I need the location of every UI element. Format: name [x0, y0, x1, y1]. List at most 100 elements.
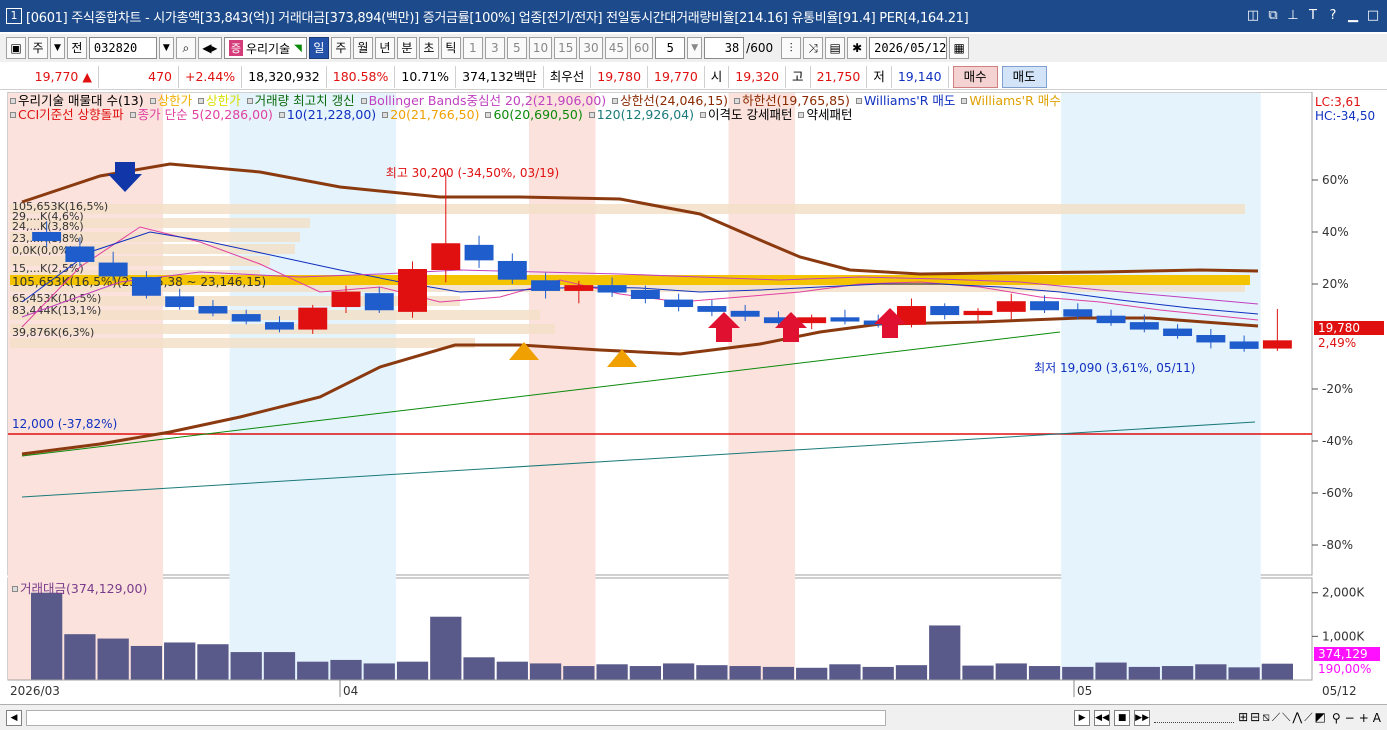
volume-bar-10[interactable]	[363, 663, 395, 680]
period-second-button[interactable]: 초	[418, 37, 439, 59]
interval-3-button[interactable]: 3	[484, 37, 505, 59]
volume-bar-36[interactable]	[1228, 667, 1260, 680]
candle-body-5[interactable]	[198, 306, 228, 314]
legend-row1-item-2[interactable]: 상한가	[206, 94, 241, 108]
candle-body-21[interactable]	[730, 310, 760, 317]
candle-body-32[interactable]	[1096, 315, 1126, 324]
stock-code-input[interactable]: 032820	[88, 37, 157, 59]
trend-icon[interactable]: ⤨	[803, 37, 824, 59]
candle-body-2[interactable]	[98, 262, 128, 277]
zoom-in-icon[interactable]: +	[1359, 711, 1369, 725]
candle-body-8[interactable]	[298, 307, 328, 330]
volume-bar-33[interactable]	[1128, 666, 1160, 680]
sound-icon[interactable]: ◀▸	[197, 37, 222, 59]
volume-bar-24[interactable]	[829, 664, 861, 680]
volume-bar-20[interactable]	[696, 665, 728, 680]
interval-60-button[interactable]: 60	[629, 37, 654, 59]
legend-row2-item-4[interactable]: 60(20,690,50)	[493, 107, 582, 122]
volume-bar-15[interactable]	[529, 663, 562, 680]
candle-settings-icon[interactable]: ⫶	[781, 37, 802, 59]
volume-bar-28[interactable]	[962, 665, 994, 680]
interval-5-button[interactable]: 5	[506, 37, 527, 59]
interval-30-button[interactable]: 30	[579, 37, 603, 59]
legend-row2-item-0[interactable]: CCI기준선 상향돌파	[18, 107, 124, 122]
volume-bar-1[interactable]	[64, 634, 96, 680]
candle-body-7[interactable]	[265, 322, 294, 330]
interval-15-button[interactable]: 15	[554, 37, 578, 59]
help-icon[interactable]: ?	[1325, 7, 1341, 25]
legend-row2-square-2[interactable]	[278, 112, 285, 118]
legend-row1-square-3[interactable]	[246, 98, 253, 104]
volume-bar-6[interactable]	[230, 652, 262, 680]
volume-bar-21[interactable]	[729, 666, 761, 680]
candle-body-17[interactable]	[597, 285, 627, 293]
buy-button[interactable]: 매수	[952, 65, 998, 88]
candle-body-3[interactable]	[131, 277, 161, 296]
gear-icon[interactable]: ✱	[847, 37, 868, 59]
volume-bar-37[interactable]	[1261, 663, 1293, 680]
legend-row2-item-7[interactable]: 약세패턴	[806, 107, 852, 122]
candle-body-0[interactable]	[32, 231, 62, 242]
scroll-track[interactable]	[26, 709, 886, 726]
volume-bar-25[interactable]	[862, 666, 894, 680]
volume-bar-18[interactable]	[629, 666, 661, 680]
legend-row2-square-1[interactable]	[129, 112, 136, 118]
calendar-icon[interactable]: ▦	[949, 37, 970, 59]
stop-icon[interactable]: ■	[1114, 709, 1131, 726]
candle-body-33[interactable]	[1129, 322, 1159, 330]
interval-dropdown-icon[interactable]: ▼	[687, 37, 703, 59]
candle-body-18[interactable]	[630, 289, 660, 299]
legend-row2-item-1[interactable]: 종가 단순 5(20,286,00)	[138, 107, 273, 122]
save-icon[interactable]: ▤	[825, 37, 846, 59]
legend-row1-square-8[interactable]	[961, 98, 968, 104]
sell-button[interactable]: 매도	[1001, 65, 1047, 88]
legend-row1-item-1[interactable]: 상한가	[158, 94, 193, 108]
legend-row1-item-0[interactable]: 우리기술 매물대 수(13)	[18, 94, 144, 108]
interval-10-button[interactable]: 10	[528, 37, 553, 59]
legend-row2-item-6[interactable]: 이격도 강세패턴	[708, 107, 792, 122]
period-month-button[interactable]: 월	[352, 37, 373, 59]
volume-bar-13[interactable]	[463, 657, 495, 680]
period-year-button[interactable]: 년	[374, 37, 395, 59]
legend-row1-square-7[interactable]	[855, 98, 862, 104]
code-dropdown-icon[interactable]: ▼	[158, 37, 174, 59]
legend-row1-square-0[interactable]	[10, 98, 16, 104]
zoom-icon[interactable]: ⚲	[1332, 711, 1341, 725]
count-input[interactable]: 38	[704, 37, 745, 59]
candle-body-31[interactable]	[1063, 309, 1093, 317]
dropdown-arrow-icon[interactable]: ▼	[50, 37, 65, 59]
volume-bar-23[interactable]	[796, 667, 828, 680]
volume-bar-32[interactable]	[1095, 662, 1127, 680]
candle-body-9[interactable]	[331, 291, 361, 308]
volume-bar-17[interactable]	[596, 664, 628, 680]
period-week-button[interactable]: 주	[330, 37, 351, 59]
date-input[interactable]: 2026/05/12	[869, 37, 948, 59]
candle-body-14[interactable]	[497, 260, 527, 280]
legend-row2-square-3[interactable]	[382, 112, 389, 118]
restore-icon[interactable]: ⧉	[1265, 7, 1281, 25]
legend-row1-square-2[interactable]	[198, 98, 205, 104]
volume-bar-0[interactable]	[31, 592, 63, 680]
candle-body-35[interactable]	[1196, 335, 1226, 343]
forward-icon[interactable]: ▶▶	[1134, 709, 1151, 726]
legend-row1-item-5[interactable]: 상한선(24,046,15)	[620, 94, 728, 108]
volume-bar-19[interactable]	[663, 663, 695, 680]
candle-body-28[interactable]	[963, 310, 993, 316]
volume-bar-2[interactable]	[97, 638, 129, 680]
zoom-slider[interactable]	[1154, 713, 1235, 723]
zoom-out-icon[interactable]: −	[1345, 711, 1355, 725]
interval-1-button[interactable]: 1	[462, 37, 483, 59]
volume-bar-4[interactable]	[164, 642, 196, 680]
legend-row1-item-4[interactable]: Bollinger Bands중심선 20,2(21,906,00)	[369, 94, 607, 108]
legend-row2-square-4[interactable]	[485, 112, 492, 118]
period-minute-button[interactable]: 분	[396, 37, 417, 59]
volume-bar-27[interactable]	[929, 625, 961, 680]
volume-bar-8[interactable]	[297, 661, 329, 680]
candle-body-20[interactable]	[697, 306, 727, 312]
legend-row2-square-6[interactable]	[699, 112, 706, 118]
candle-body-29[interactable]	[996, 301, 1026, 312]
volume-bar-16[interactable]	[563, 666, 595, 680]
play-icon[interactable]: ▶	[1074, 709, 1091, 726]
prefix-button-all[interactable]: 전	[66, 37, 87, 59]
legend-row1-square-5[interactable]	[612, 98, 619, 104]
